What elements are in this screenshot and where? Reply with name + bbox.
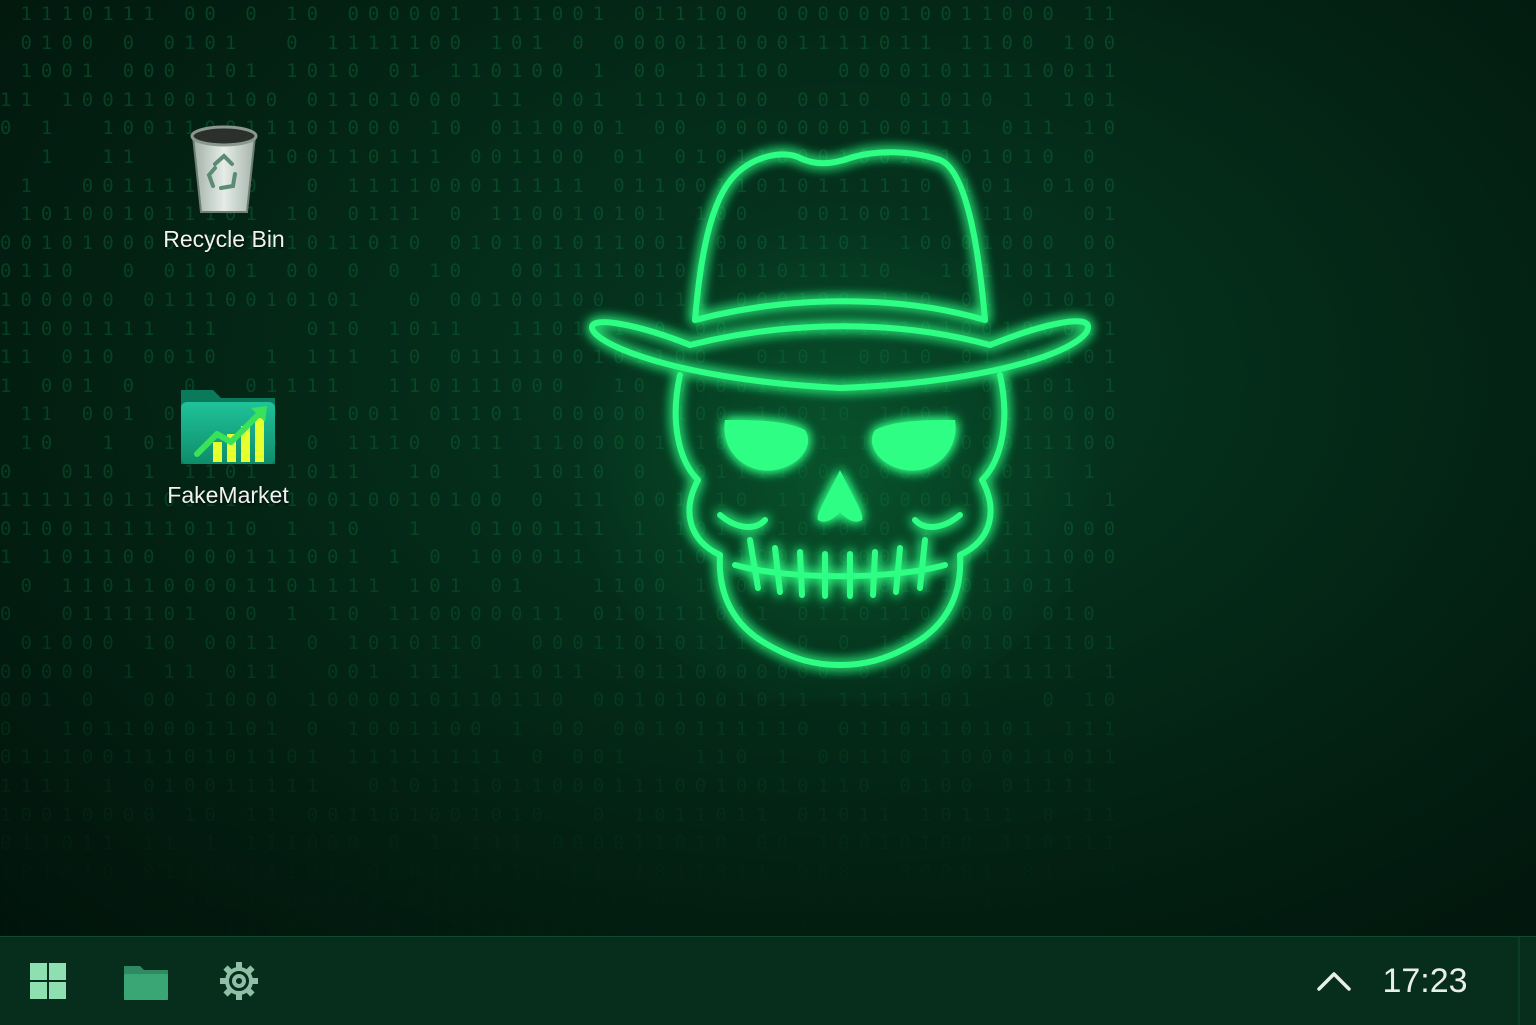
desktop-icon-recycle-bin[interactable]: Recycle Bin bbox=[144, 112, 304, 253]
taskbar-clock[interactable]: 17:23 bbox=[1370, 953, 1480, 1009]
folder-icon bbox=[124, 966, 168, 1000]
show-hidden-icons-button[interactable] bbox=[1304, 951, 1364, 1011]
binary-row: 100 0 1011 101001 00 11011011 0 00110011… bbox=[0, 918, 1125, 936]
binary-row: 011011 11 1 111000 0 1 111 000011010 00 … bbox=[0, 832, 1125, 855]
desktop-icon-label: FakeMarket bbox=[167, 482, 289, 508]
binary-row: 1001 000 101 1010 01 110100 1 00 11100 0… bbox=[0, 60, 1125, 83]
binary-row: 101010 0111011101 000101011 01 1011011 0… bbox=[0, 860, 1125, 883]
file-explorer-button[interactable] bbox=[116, 951, 176, 1011]
binary-row: 0100 0 0101 0 1111100 101 0 000011000111… bbox=[0, 31, 1125, 54]
gear-icon bbox=[220, 962, 258, 1000]
recycle-bin-icon bbox=[190, 125, 258, 213]
binary-row: 100 11010011 00101 0111100101010 11111 1… bbox=[0, 889, 1125, 912]
stock-chart-folder-icon bbox=[181, 390, 275, 464]
settings-button[interactable] bbox=[209, 951, 269, 1011]
binary-row: 10010000 10 11 001101001010 0 1011011 01… bbox=[0, 803, 1125, 826]
start-button[interactable] bbox=[18, 951, 78, 1011]
show-desktop-edge[interactable] bbox=[1518, 937, 1520, 1025]
desktop-icon-fakemarket[interactable]: FakeMarket bbox=[148, 368, 308, 509]
skull-with-fedora-icon bbox=[570, 149, 1110, 700]
windows-start-icon bbox=[30, 963, 66, 999]
desktop: 1110111 00 0 10 000001 111001 011100 000… bbox=[0, 0, 1536, 936]
binary-row: 1111 1 010011111 01011101100011100100101… bbox=[0, 775, 1125, 798]
binary-row: 0111001110101101 11111111 0 001 110 1 00… bbox=[0, 746, 1125, 769]
taskbar: 17:23 bbox=[0, 936, 1536, 1025]
binary-row: 1110111 00 0 10 000001 111001 011100 000… bbox=[0, 3, 1125, 25]
chevron-up-icon bbox=[1317, 972, 1351, 991]
binary-row: 11 10011001100 01101000 11 001 1110100 0… bbox=[0, 88, 1125, 111]
binary-row: 0 10110001101 0 1001100 1 00 0010111110 … bbox=[0, 717, 1125, 740]
desktop-icon-label: Recycle Bin bbox=[163, 226, 285, 252]
